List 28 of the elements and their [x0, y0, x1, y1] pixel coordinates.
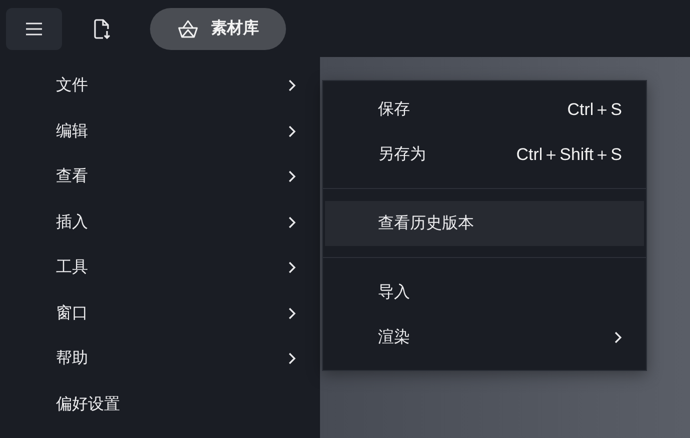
chevron-right-icon — [614, 331, 622, 344]
menu-item[interactable]: 保存 Ctrl＋S — [323, 87, 646, 132]
shortcut-text: Ctrl＋Shift＋S — [516, 144, 622, 166]
paper-boat-icon — [177, 18, 199, 38]
menu-item[interactable]: 文件 — [0, 63, 320, 108]
menu-item[interactable]: 帮助 — [0, 336, 320, 382]
menu-icon — [25, 22, 43, 36]
shortcut-text: Ctrl＋S — [567, 99, 622, 121]
library-button[interactable]: 素材库 — [150, 8, 286, 50]
menu-item[interactable]: 查看历史版本 — [325, 201, 644, 246]
chevron-right-icon — [288, 79, 296, 92]
menu-item[interactable]: 编辑 — [0, 108, 320, 154]
chevron-right-icon — [288, 261, 296, 274]
chevron-right-icon — [288, 124, 296, 138]
chevron-right-icon — [288, 352, 296, 366]
menu-item[interactable]: 插入 — [0, 200, 320, 245]
menu-item[interactable]: 工具 — [0, 245, 320, 290]
chevron-right-icon — [288, 216, 296, 229]
chevron-right-icon — [288, 170, 296, 184]
document-arrow-icon — [93, 18, 111, 40]
menu-item[interactable]: 渲染 — [323, 315, 646, 360]
menu-item[interactable]: 偏好设置 — [0, 382, 320, 427]
chevron-right-icon — [288, 306, 296, 320]
menu-item[interactable]: 另存为 Ctrl＋Shift＋S — [323, 132, 646, 177]
menu-item[interactable]: 查看 — [0, 154, 320, 200]
menu-item[interactable]: 导入 — [323, 270, 646, 315]
menu-item[interactable]: 窗口 — [0, 290, 320, 336]
menu-button[interactable] — [6, 8, 62, 50]
